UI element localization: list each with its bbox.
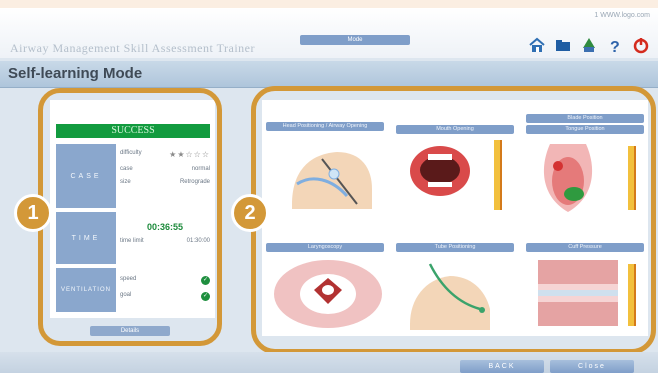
corner-link[interactable]: 1 WWW.logo.com xyxy=(594,12,650,19)
top-bar: 1 WWW.logo.com Airway Management Skill A… xyxy=(0,8,658,58)
close-button[interactable]: Close xyxy=(550,360,634,373)
folder-icon[interactable] xyxy=(554,36,572,54)
user-tree-icon[interactable] xyxy=(580,36,598,54)
home-icon[interactable] xyxy=(528,36,546,54)
highlight-frame-2 xyxy=(251,86,656,354)
power-icon[interactable] xyxy=(632,36,650,54)
mode-title: Self-learning Mode xyxy=(8,65,143,82)
center-tab[interactable]: Mode xyxy=(300,35,410,45)
highlight-frame-1 xyxy=(38,88,222,346)
back-button[interactable]: BACK xyxy=(460,360,544,373)
toolbar-icons: ? xyxy=(528,36,650,54)
app-title: Airway Management Skill Assessment Train… xyxy=(10,41,255,55)
svg-text:?: ? xyxy=(610,39,620,54)
badge-2: 2 xyxy=(231,194,269,232)
help-icon[interactable]: ? xyxy=(606,36,624,54)
mode-bar: Self-learning Mode xyxy=(0,61,658,88)
badge-1: 1 xyxy=(14,194,52,232)
